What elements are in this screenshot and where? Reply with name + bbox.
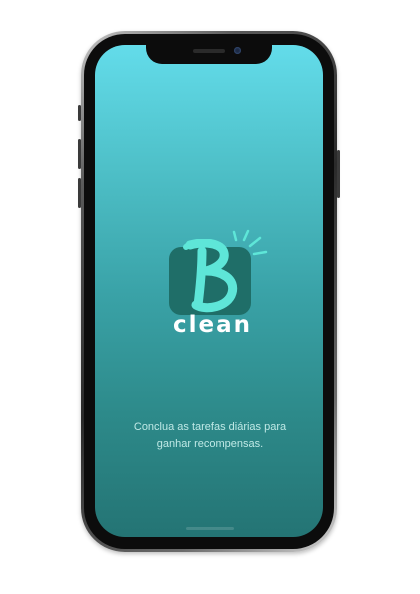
front-camera-icon: [234, 47, 241, 54]
logo-wordmark: clean: [173, 312, 253, 338]
volume-down-button: [78, 178, 81, 208]
tagline-line-2: ganhar recompensas.: [156, 438, 264, 450]
splash-tagline: Conclua as tarefas diárias para ganhar r…: [110, 419, 310, 453]
stage: clean Conclua as tarefas diárias para ga…: [0, 0, 420, 594]
mute-switch: [78, 105, 81, 121]
home-indicator[interactable]: [186, 527, 234, 530]
sparkle-rays-icon: [232, 229, 268, 256]
tagline-line-1: Conclua as tarefas diárias para: [133, 421, 287, 433]
power-button: [337, 150, 340, 198]
notch: [146, 44, 272, 64]
app-logo: clean: [168, 228, 270, 348]
volume-up-button: [78, 139, 81, 169]
earpiece-speaker: [193, 49, 225, 53]
